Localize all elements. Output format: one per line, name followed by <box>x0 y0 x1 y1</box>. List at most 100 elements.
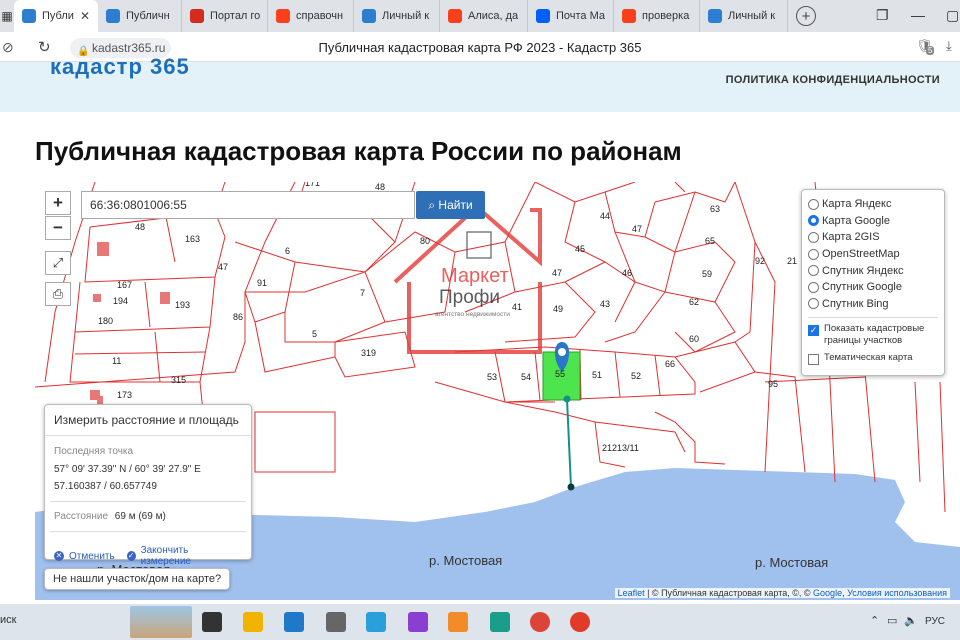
layer-switcher: Карта Яндекс Карта Google Карта 2GIS OpenSt… <box>801 189 945 376</box>
plot-number-label: 45 <box>575 244 585 254</box>
cadastral-map[interactable]: 171 48 163 6 48 80 47 44 47 63 65 92 21 167 194 193 91 7 4… <box>35 182 960 600</box>
chrome-icon[interactable] <box>530 612 550 632</box>
plot-number-label: 171 <box>305 182 320 188</box>
finish-label: Закончить измерение <box>140 545 191 567</box>
taskbar-search[interactable]: иск <box>0 614 16 626</box>
plot-number-label: 51 <box>592 370 602 380</box>
tab-label: справочн <box>296 10 344 22</box>
plot-number-label: 319 <box>361 348 376 358</box>
speaker-icon[interactable]: 🔈 <box>904 614 918 627</box>
print-icon[interactable]: ⎙ <box>45 282 71 306</box>
river-label: р. Мостовая <box>429 553 502 568</box>
browser-tab-4[interactable]: справочн <box>268 0 354 32</box>
photos-icon[interactable] <box>284 612 304 632</box>
map-attribution: Leaflet | © Публичная кадастровая карта,… <box>614 588 950 598</box>
browser-tab-7[interactable]: Почта Ма <box>528 0 614 32</box>
tab-label: Личный к <box>382 10 430 22</box>
telegram-icon[interactable] <box>366 612 386 632</box>
leaflet-link[interactable]: Leaflet <box>618 588 645 598</box>
edge-icon[interactable] <box>490 612 510 632</box>
plot-number-label: 173 <box>117 390 132 400</box>
layer-option[interactable]: OpenStreetMap <box>808 246 938 263</box>
layer-checkbox-row[interactable]: ✓ Показать кадастровые границы участков <box>808 323 938 347</box>
network-icon[interactable]: ▭ <box>887 614 897 627</box>
plot-number-label: 63 <box>710 204 720 214</box>
browser-tab-1[interactable]: Публи ✕ <box>14 0 98 32</box>
browser-tab-5[interactable]: Личный к <box>354 0 440 32</box>
search-button-label: Найти <box>438 197 473 212</box>
weather-icon[interactable] <box>448 612 468 632</box>
taskbar-widget-image[interactable] <box>130 606 192 638</box>
layer-option-label: Спутник Яндекс <box>822 264 904 277</box>
measure-divider-2 <box>50 531 246 532</box>
watermark-line2: Профи <box>439 287 500 308</box>
plot-number-label: 86 <box>233 312 243 322</box>
zoom-out-button[interactable]: − <box>45 216 71 240</box>
radio-button[interactable] <box>808 248 819 260</box>
terms-link[interactable]: Условия использования <box>847 588 947 598</box>
yandex-browser-icon[interactable] <box>570 612 590 632</box>
radio-button[interactable] <box>808 215 819 227</box>
layer-option[interactable]: Спутник Google <box>808 279 938 296</box>
site-header: кадастр 365 ПОЛИТИКА КОНФИДЕНЦИАЛЬНОСТИ <box>0 54 960 112</box>
browser-tab-6[interactable]: Алиса, да <box>440 0 528 32</box>
kadastr-icon <box>362 9 376 23</box>
window-menu-icon[interactable]: ▦ <box>0 0 14 32</box>
maximize-icon[interactable]: ▢ <box>946 7 959 24</box>
layer-option[interactable]: Карта Google <box>808 213 938 230</box>
browser-tab-9[interactable]: Личный к <box>700 0 788 32</box>
radio-button[interactable] <box>808 198 819 210</box>
radio-button[interactable] <box>808 231 819 243</box>
measure-point-end[interactable] <box>567 483 575 491</box>
flag-icon <box>190 9 204 23</box>
cadastral-search-input[interactable] <box>81 191 415 219</box>
measure-point-start[interactable] <box>563 395 571 403</box>
checkbox[interactable] <box>808 354 819 366</box>
layer-option[interactable]: Спутник Bing <box>808 296 938 313</box>
checkbox[interactable]: ✓ <box>808 325 819 337</box>
measure-line <box>566 398 572 488</box>
radio-button[interactable] <box>808 265 819 277</box>
zoom-in-button[interactable]: + <box>45 191 71 215</box>
layer-option[interactable]: Карта 2GIS <box>808 229 938 246</box>
search-icon: ⌕ <box>428 197 436 212</box>
new-tab-button[interactable]: + <box>796 6 816 26</box>
cancel-measure-button[interactable]: ✕ Отменить <box>54 545 115 567</box>
tab-label: Публичн <box>126 10 170 22</box>
last-point-label: Последняя точка <box>54 446 134 457</box>
plot-number-label: 66 <box>665 359 675 369</box>
language-indicator[interactable]: РУС <box>925 616 945 627</box>
tab-label: Портал го <box>210 10 261 22</box>
minimize-icon[interactable]: — <box>911 7 925 23</box>
privacy-policy-link[interactable]: ПОЛИТИКА КОНФИДЕНЦИАЛЬНОСТИ <box>726 74 940 86</box>
radio-button[interactable] <box>808 281 819 293</box>
search-button[interactable]: ⌕ Найти <box>416 191 485 219</box>
browser-tab-3[interactable]: Портал го <box>182 0 268 32</box>
browser-tab-8[interactable]: проверка <box>614 0 700 32</box>
windows-taskbar: иск ⌃ ▭ 🔈 РУС <box>0 604 960 640</box>
fullscreen-icon[interactable]: ⤢ <box>45 251 71 275</box>
measure-title[interactable]: Измерить расстояние и площадь <box>45 405 251 436</box>
explorer-icon[interactable] <box>243 612 263 632</box>
plot-number-label: 53 <box>487 372 497 382</box>
layer-option[interactable]: Спутник Яндекс <box>808 262 938 279</box>
app-icon[interactable] <box>408 612 428 632</box>
layer-option[interactable]: Карта Яндекс <box>808 196 938 213</box>
radio-button[interactable] <box>808 298 819 310</box>
plot-number-label: 49 <box>553 304 563 314</box>
tab-label: Алиса, да <box>468 10 519 22</box>
browser-tab-2[interactable]: Публичн <box>98 0 182 32</box>
tab-collections-icon[interactable]: ❐ <box>876 7 889 24</box>
download-icon[interactable]: ⤓ <box>946 38 952 54</box>
finish-measure-button[interactable]: ✓ Закончить измерение <box>126 545 230 567</box>
site-logo[interactable]: кадастр 365 <box>50 54 190 80</box>
task-view-icon[interactable] <box>202 612 222 632</box>
calculator-icon[interactable] <box>326 612 346 632</box>
close-tab-icon[interactable]: ✕ <box>78 9 92 23</box>
page-title: Публичная кадастровая карта России по ра… <box>35 136 682 166</box>
tray-chevron-icon[interactable]: ⌃ <box>870 614 879 627</box>
distance-row: Расстояние 69 м (69 м) <box>45 508 251 525</box>
not-found-button[interactable]: Не нашли участок/дом на карте? <box>44 568 231 590</box>
google-link[interactable]: Google <box>813 588 842 598</box>
layer-checkbox-row[interactable]: Тематическая карта <box>808 352 938 366</box>
